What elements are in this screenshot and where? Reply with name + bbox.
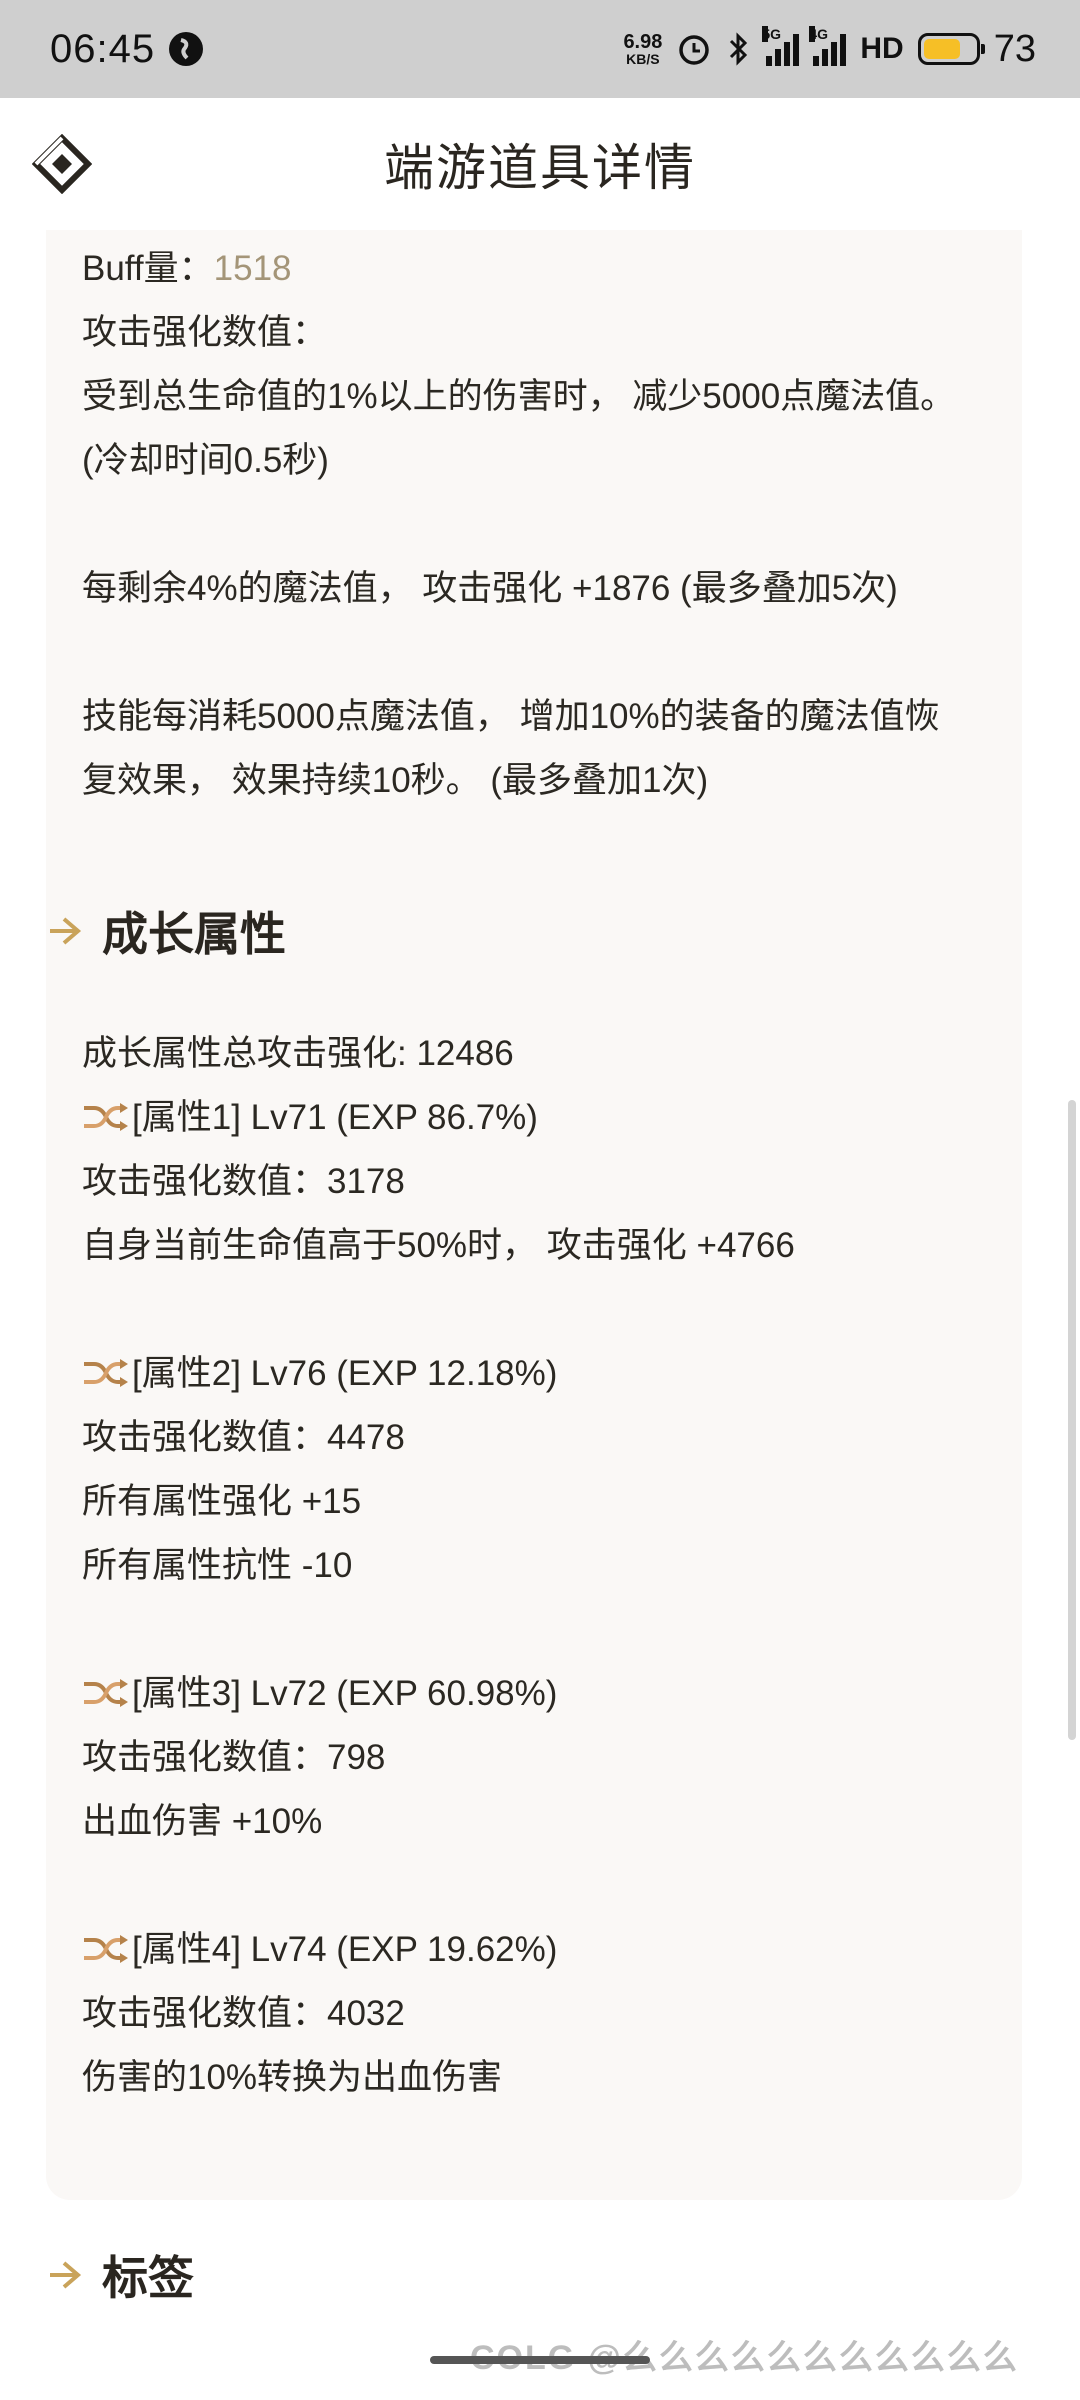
diamond-back-icon: [32, 134, 92, 194]
attribute-effect: 出血伤害 +10%: [82, 1802, 323, 1841]
status-right: 6.98 KB/S 5G 4G HD 73: [623, 26, 1036, 71]
attribute-value: 攻击强化数值：3178: [82, 1162, 405, 1201]
shuffle-icon: [84, 1934, 128, 1963]
back-button[interactable]: [30, 132, 94, 196]
attribute-effect: 伤害的10%转换为出血伤害: [82, 2058, 503, 2097]
attribute-header-text: [属性2] Lv76 (EXP 12.18%): [132, 1354, 558, 1393]
attribute-header-1: [属性1] Lv71 (EXP 86.7%): [82, 1089, 538, 1140]
app-header: 端游道具详情: [0, 98, 1080, 230]
network-speed-value: 6.98: [623, 31, 663, 53]
attribute-value: 攻击强化数值：4478: [82, 1418, 405, 1457]
effect-line: 复效果， 效果持续10秒。 (最多叠加1次): [82, 761, 709, 800]
buff-label: Buff量：: [82, 249, 214, 288]
effect-line: 受到总生命值的1%以上的伤害时， 减少5000点魔法值。: [82, 377, 956, 416]
hd-voice-label: HD: [860, 32, 904, 65]
buff-value: 1518: [213, 249, 292, 288]
network-speed: 6.98 KB/S: [623, 32, 662, 66]
attribute-value: 攻击强化数值：798: [82, 1738, 386, 1777]
shuffle-icon: [84, 1358, 128, 1387]
attribute-header-2: [属性2] Lv76 (EXP 12.18%): [82, 1345, 557, 1396]
attribute-header-4: [属性4] Lv74 (EXP 19.62%): [82, 1921, 557, 1972]
status-left: 06:45: [50, 26, 204, 72]
battery-icon: [917, 33, 985, 65]
alarm-icon: [676, 31, 712, 67]
network-speed-unit: KB/S: [626, 51, 660, 67]
signal-5g-tag: 5G: [762, 26, 782, 42]
attribute-effect: 所有属性强化 +15: [82, 1482, 362, 1521]
shuffle-icon: [84, 1678, 128, 1707]
battery-level: 73: [993, 27, 1036, 70]
tags-section-title: 标签: [102, 2252, 194, 2304]
bluetooth-icon: [726, 31, 752, 67]
attribute-effect: 自身当前生命值高于50%时， 攻击强化 +4766: [82, 1226, 795, 1265]
signal-4g-icon: 4G: [809, 26, 847, 66]
signal-5g-icon: 5G: [762, 26, 800, 66]
home-indicator[interactable]: [430, 2356, 650, 2364]
attribute-header-text: [属性3] Lv72 (EXP 60.98%): [132, 1674, 558, 1713]
attribute-header-text: [属性1] Lv71 (EXP 86.7%): [132, 1098, 538, 1137]
chevron-arrow-icon: [50, 2261, 82, 2289]
effect-line: 每剩余4%的魔法值， 攻击强化 +1876 (最多叠加5次): [82, 569, 898, 608]
watermark: COLG @么么么么么么么么么么么: [470, 2339, 1019, 2377]
buff-amount: Buff量：1518: [82, 240, 292, 291]
chevron-arrow-icon: [50, 917, 82, 945]
attribute-header-text: [属性4] Lv74 (EXP 19.62%): [132, 1930, 558, 1969]
attribute-effect: 所有属性抗性 -10: [82, 1546, 353, 1585]
item-detail-content[interactable]: [···] Buff量：1518 攻击强化数值： 受到总生命值的1%以上的伤害时…: [0, 230, 1080, 2400]
growth-section-header: 成长属性: [46, 898, 286, 964]
status-time: 06:45: [50, 26, 156, 71]
page-title: 端游道具详情: [384, 140, 696, 196]
shuffle-icon: [84, 1102, 128, 1131]
signal-4g-tag: 4G: [809, 26, 829, 42]
attribute-value: 攻击强化数值：4032: [82, 1994, 405, 2033]
growth-section-title: 成长属性: [102, 908, 286, 960]
effect-line: (冷却时间0.5秒): [82, 441, 329, 480]
vpn-globe-icon: [169, 32, 204, 66]
attribute-header-3: [属性3] Lv72 (EXP 60.98%): [82, 1665, 557, 1716]
effect-line: 技能每消耗5000点魔法值， 增加10%的装备的魔法值恢: [82, 697, 940, 736]
tags-section-header: 标签: [46, 2242, 194, 2308]
growth-total: 成长属性总攻击强化: 12486: [82, 1034, 514, 1073]
scrollbar[interactable]: [1068, 1100, 1076, 1740]
growth-attributes-card: 成长属性总攻击强化: 12486 [属性1] Lv71 (EXP 86.7%) …: [46, 985, 1022, 2200]
status-bar: 06:45 6.98 KB/S 5G 4G HD 73: [0, 0, 1080, 98]
effect-line: 攻击强化数值：: [82, 313, 328, 352]
